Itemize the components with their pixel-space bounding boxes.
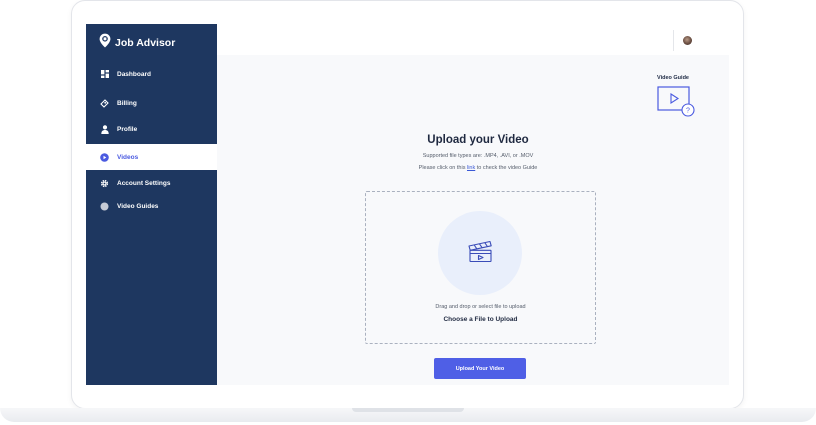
- sidebar-item-label: Video Guides: [117, 202, 159, 210]
- app-screen: Job Advisor Dashboard Billing Profile Vi: [86, 24, 729, 385]
- sidebar-item-dashboard[interactable]: Dashboard: [86, 61, 217, 87]
- location-pin-icon: [99, 33, 111, 53]
- upload-video-button[interactable]: Upload Your Video: [434, 358, 526, 379]
- app-logo[interactable]: Job Advisor: [99, 33, 175, 53]
- sidebar-item-video-guides[interactable]: Video Guides: [86, 193, 217, 219]
- circle-icon: [100, 202, 109, 211]
- hint-prefix: Please click on this: [418, 165, 466, 171]
- sidebar-item-label: Billing: [117, 99, 137, 107]
- sidebar-item-label: Videos: [117, 153, 139, 161]
- clapperboard-icon: [466, 237, 494, 270]
- play-circle-icon: [100, 152, 109, 162]
- laptop-notch: [352, 408, 464, 412]
- choose-file-link[interactable]: Choose a File to Upload: [366, 316, 595, 323]
- user-avatar[interactable]: [683, 36, 692, 45]
- top-bar-divider: [673, 30, 674, 51]
- video-guide-hint: Please click on this link to check the v…: [367, 165, 589, 171]
- sidebar-item-label: Account Settings: [117, 179, 171, 187]
- sidebar-item-label: Dashboard: [117, 70, 151, 78]
- app-name: Job Advisor: [115, 37, 176, 49]
- hint-suffix: to check the video Guide: [476, 165, 538, 171]
- video-help-icon[interactable]: ?: [657, 84, 695, 118]
- wallet-icon: [100, 98, 109, 108]
- upload-illustration: [438, 211, 522, 295]
- sidebar-item-label: Profile: [117, 125, 138, 133]
- drop-hint: Drag and drop or select file to upload: [435, 304, 526, 310]
- svg-text:?: ?: [686, 108, 690, 115]
- sidebar: Job Advisor Dashboard Billing Profile Vi: [86, 24, 217, 385]
- sidebar-item-profile[interactable]: Profile: [86, 116, 217, 142]
- sidebar-item-videos[interactable]: Videos: [86, 144, 217, 170]
- video-guide-link[interactable]: link: [467, 165, 475, 171]
- video-guide-label: Video Guide: [657, 75, 689, 81]
- page-title: Upload your Video: [427, 134, 529, 146]
- grid-icon: [100, 70, 109, 79]
- sidebar-item-billing[interactable]: Billing: [86, 90, 217, 116]
- gear-icon: [100, 179, 109, 188]
- supported-file-types: Supported file types are: .MP4, .AVI, or…: [422, 153, 534, 159]
- top-bar: [217, 24, 729, 55]
- file-drop-zone[interactable]: Drag and drop or select file to upload C…: [365, 191, 596, 344]
- user-icon: [100, 124, 109, 134]
